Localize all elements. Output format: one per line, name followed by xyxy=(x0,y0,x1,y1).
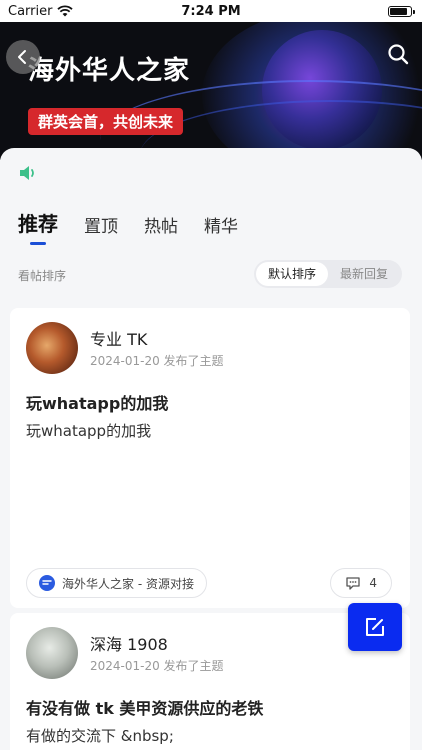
post-card[interactable]: 专业 TK 2024-01-20 发布了主题 玩whatapp的加我 玩what… xyxy=(10,308,410,608)
forum-tag-label: 海外华人之家 - 资源对接 xyxy=(62,576,194,591)
forum-tag-button[interactable]: 海外华人之家 - 资源对接 xyxy=(26,568,207,598)
forum-banner: 海外华人之家 群英会首，共创未来 xyxy=(0,20,422,160)
compose-post-button[interactable] xyxy=(348,603,402,651)
content-sheet: 推荐 置顶 热帖 精华 看帖排序 默认排序 最新回复 专业 TK 2024-01… xyxy=(0,148,422,750)
author-name[interactable]: 专业 TK xyxy=(90,326,147,350)
sort-default-option[interactable]: 默认排序 xyxy=(255,262,328,286)
sort-latest-reply-option[interactable]: 最新回复 xyxy=(328,262,400,286)
battery-icon xyxy=(388,5,415,17)
sort-label: 看帖排序 xyxy=(18,269,67,283)
comment-count-button[interactable]: 4 xyxy=(330,568,392,598)
post-title: 玩whatapp的加我 xyxy=(26,394,169,413)
post-body: 玩whatapp的加我 xyxy=(26,422,152,440)
chevron-left-icon xyxy=(18,50,26,64)
tab-hot[interactable]: 热帖 xyxy=(144,212,178,245)
comment-icon xyxy=(346,577,361,590)
sort-toggle: 默认排序 最新回复 xyxy=(253,260,402,288)
post-meta: 2024-01-20 发布了主题 xyxy=(90,659,224,673)
post-meta: 2024-01-20 发布了主题 xyxy=(90,354,224,368)
tab-bar: 推荐 置顶 热帖 精华 xyxy=(18,208,238,245)
avatar[interactable] xyxy=(26,627,78,679)
status-bar: Carrier 7:24 PM xyxy=(0,0,422,22)
carrier-label: Carrier xyxy=(8,3,53,19)
search-button[interactable] xyxy=(386,42,410,66)
wifi-icon xyxy=(57,5,74,17)
back-button[interactable] xyxy=(6,40,40,74)
avatar[interactable] xyxy=(26,322,78,374)
tab-featured[interactable]: 精华 xyxy=(204,212,238,245)
battery-fill xyxy=(390,7,407,15)
post-body: 有做的交流下 &nbsp; xyxy=(26,727,174,745)
carrier-group: Carrier xyxy=(8,3,74,19)
author-name[interactable]: 深海 1908 xyxy=(90,631,168,655)
search-icon xyxy=(388,44,409,65)
speaker-icon[interactable] xyxy=(18,164,38,182)
forum-title: 海外华人之家 xyxy=(28,56,191,86)
edit-icon xyxy=(366,618,384,636)
comment-count: 4 xyxy=(369,576,377,590)
tab-pinned[interactable]: 置顶 xyxy=(84,212,118,245)
post-title: 有没有做 tk 美甲资源供应的老铁 xyxy=(26,699,264,718)
forum-chat-icon xyxy=(39,575,55,591)
forum-slogan: 群英会首，共创未来 xyxy=(28,108,184,135)
tab-recommended[interactable]: 推荐 xyxy=(18,208,58,245)
